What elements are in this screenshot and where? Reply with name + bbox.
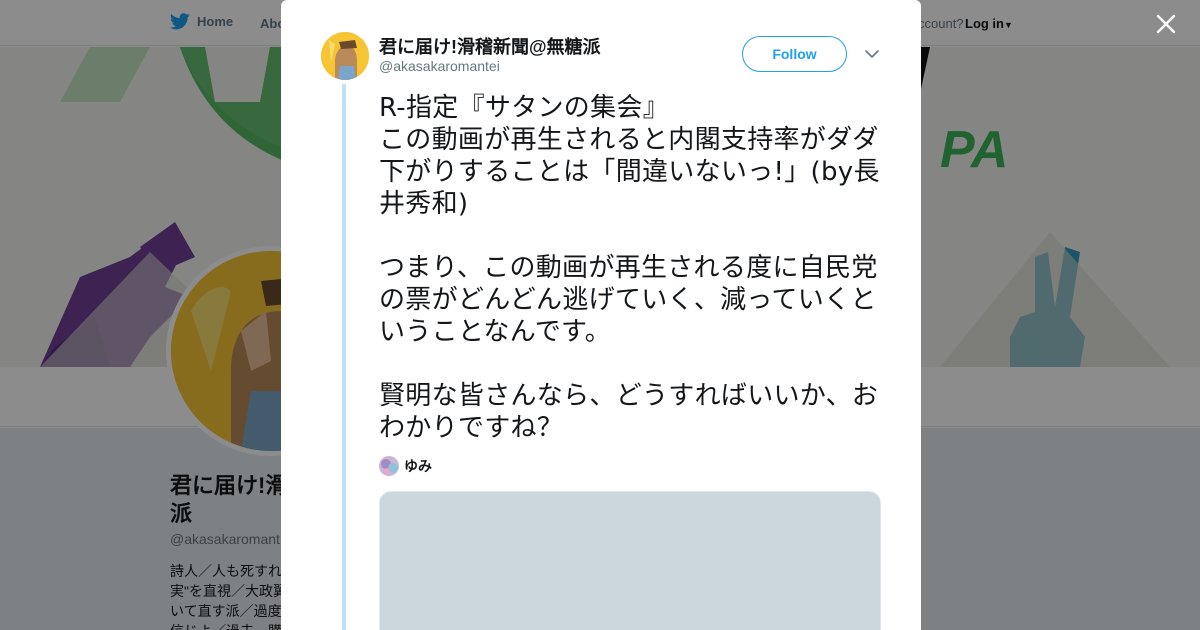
- thread-connector-line: [342, 84, 346, 630]
- close-icon: [1156, 14, 1176, 34]
- chevron-down-icon: [865, 50, 879, 58]
- quoted-user-name: ゆみ: [404, 459, 432, 475]
- quoted-user-row[interactable]: ゆみ: [379, 456, 432, 476]
- tweet-menu-button[interactable]: [863, 45, 881, 63]
- follow-button-label: Follow: [772, 46, 817, 62]
- author-handle[interactable]: @akasakaromantei: [379, 58, 500, 74]
- tweet-text: R-指定『サタンの集会』 この動画が再生されると内閣支持率がダダ下がりすることは…: [379, 93, 880, 443]
- author-name[interactable]: 君に届け!滑稽新聞@無糖派: [379, 33, 601, 59]
- close-modal-button[interactable]: [1154, 12, 1178, 36]
- author-avatar[interactable]: [321, 32, 369, 80]
- author-avatar-image: [321, 32, 369, 80]
- media-preview[interactable]: [379, 491, 881, 630]
- follow-button[interactable]: Follow: [742, 36, 847, 72]
- tweet-modal: 君に届け!滑稽新聞@無糖派 @akasakaromantei Follow R-…: [281, 0, 921, 630]
- quoted-user-avatar: [379, 456, 399, 476]
